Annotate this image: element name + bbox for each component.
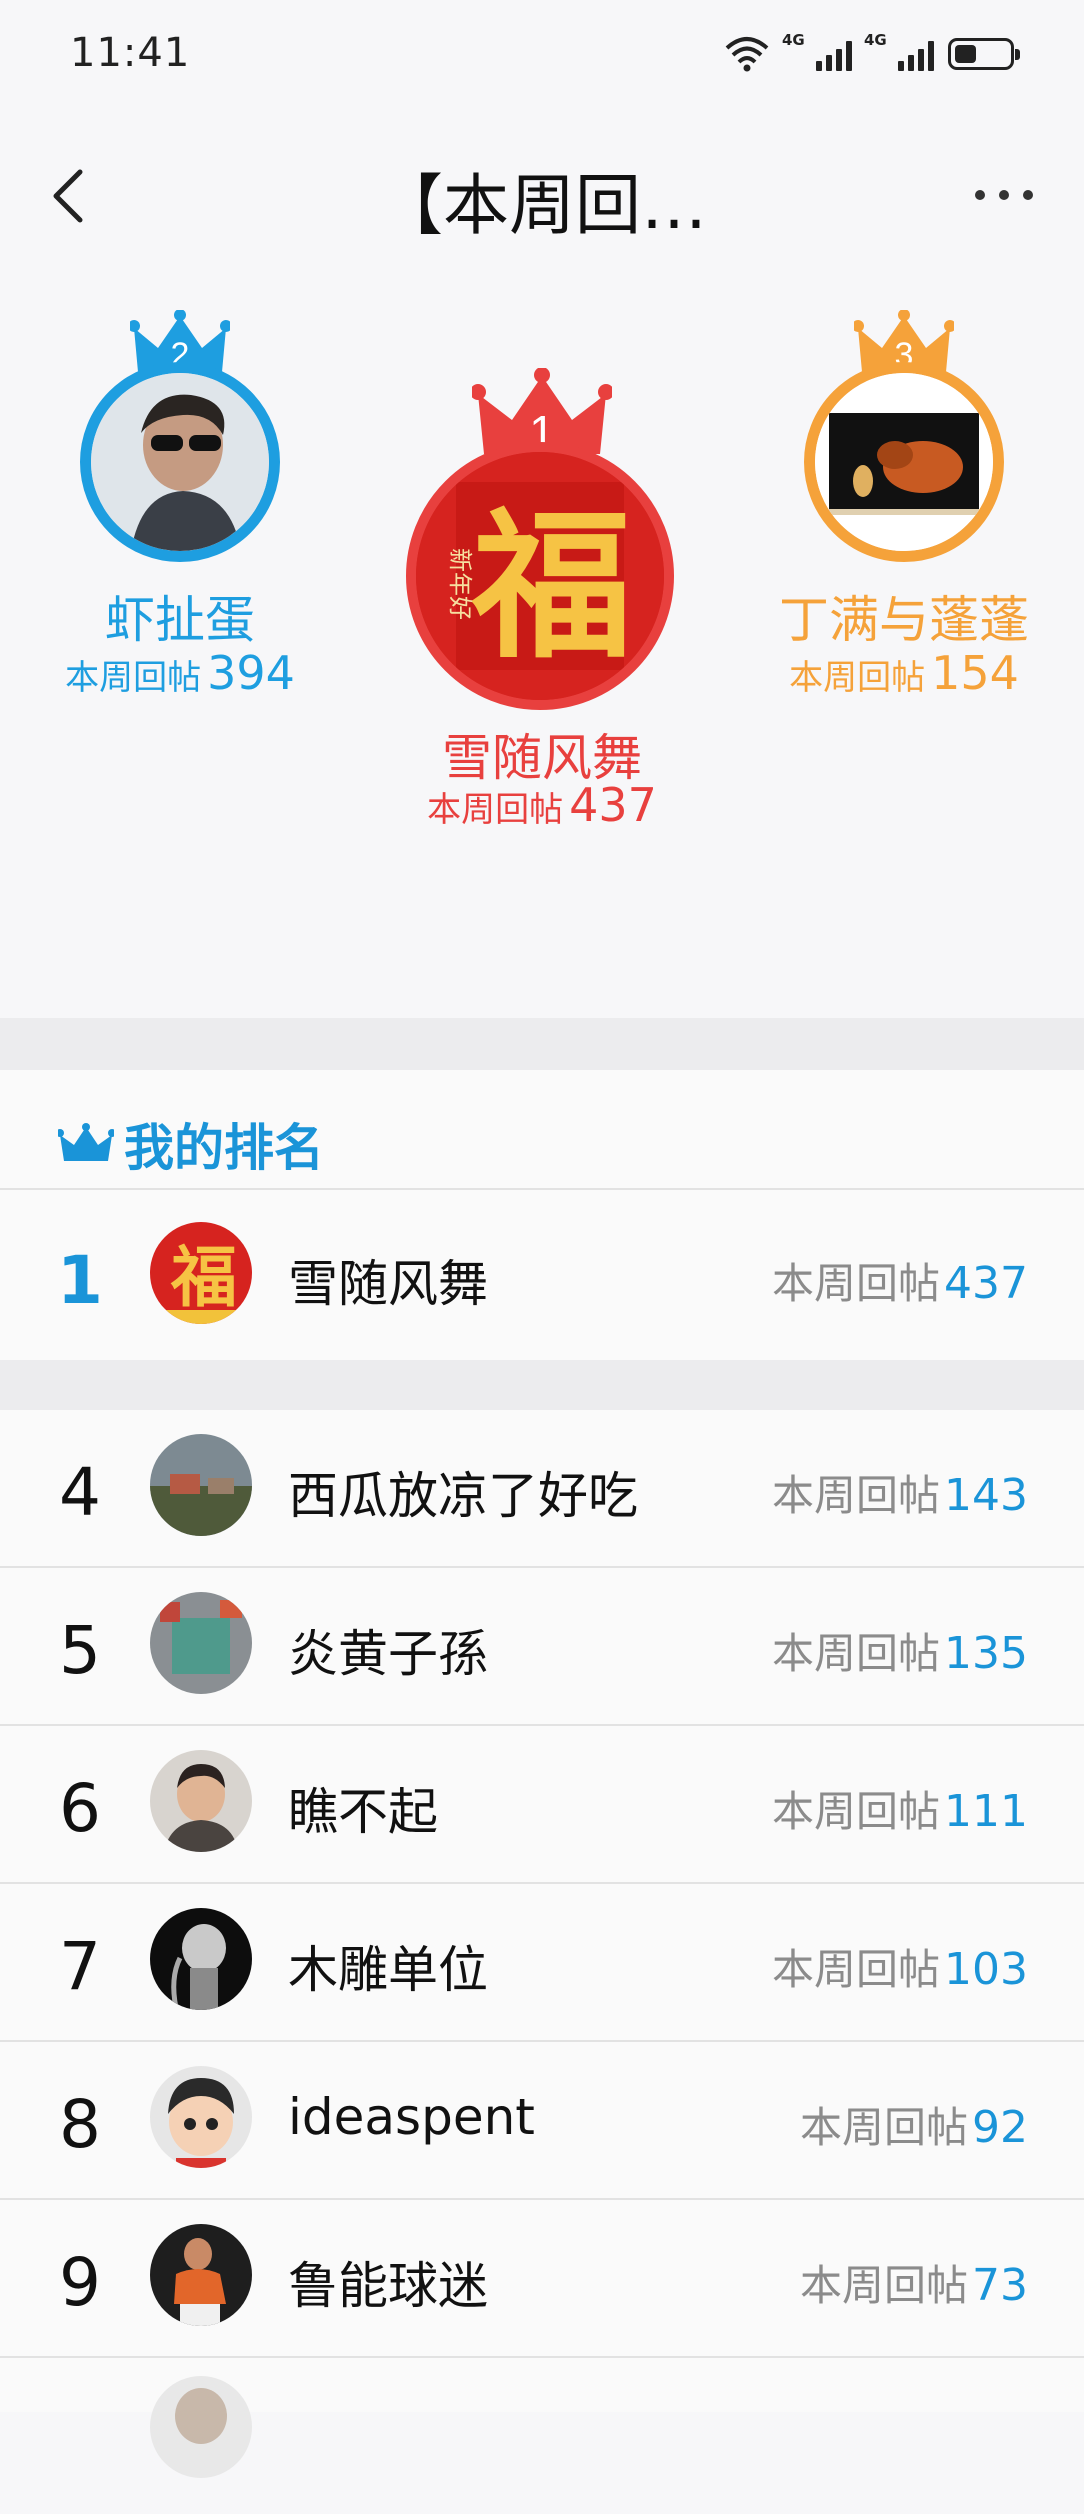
post-count: 本周回帖437 <box>772 1258 1028 1309</box>
more-dots-icon[interactable] <box>964 170 1044 220</box>
cell-signal-icon: 4G <box>782 31 852 71</box>
list-item[interactable]: 9 鲁能球迷 本周回帖73 <box>0 2200 1084 2356</box>
podium-stat: 本周回帖 394 <box>65 646 295 700</box>
podium-second[interactable]: 2 虾扯蛋 本周回帖 394 <box>20 310 340 730</box>
my-rank-panel: 我的排名 1 福 雪随风舞 本周回帖437 <box>0 1070 1084 1360</box>
crown-icon <box>58 1123 114 1161</box>
ranking-list: 4 西瓜放凉了好吃 本周回帖143 5 炎黄子孫 本周回帖135 6 瞧不起 本… <box>0 1410 1084 2478</box>
post-count: 本周回帖135 <box>772 1628 1028 1679</box>
post-count: 本周回帖111 <box>772 1786 1028 1837</box>
rank-number: 1 <box>57 1242 103 1319</box>
user-name: 木雕单位 <box>288 1941 488 1999</box>
rank-number: 9 <box>59 2244 101 2321</box>
list-item[interactable]: 8 ideaspent 本周回帖92 <box>0 2042 1084 2198</box>
user-name: 瞧不起 <box>288 1783 438 1841</box>
status-icons: 4G 4G <box>724 30 1020 78</box>
status-bar: 11:41 4G 4G <box>0 0 1084 110</box>
battery-icon <box>948 38 1020 70</box>
user-name: 炎黄子孫 <box>288 1625 488 1683</box>
cell-signal-icon: 4G <box>864 31 934 71</box>
avatar <box>150 2376 252 2478</box>
user-name: 鲁能球迷 <box>288 2257 488 2315</box>
avatar <box>150 1434 252 1536</box>
status-time: 11:41 <box>70 30 191 76</box>
podium-third[interactable]: 3 丁满与蓬蓬 本周回帖 154 <box>744 310 1064 730</box>
podium-first[interactable]: 1 福 新年好 雪随风舞 本周回帖 437 <box>382 230 702 832</box>
my-rank-row[interactable]: 1 福 雪随风舞 本周回帖437 <box>0 1198 1084 1354</box>
user-name: ideaspent <box>288 2088 535 2146</box>
list-item[interactable] <box>0 2358 1084 2514</box>
podium-stat: 本周回帖 154 <box>789 646 1019 700</box>
divider <box>0 1188 1084 1190</box>
avatar <box>150 1592 252 1694</box>
avatar <box>150 1750 252 1852</box>
rank-number: 4 <box>59 1454 101 1531</box>
section-divider <box>0 1018 1084 1070</box>
avatar <box>804 362 1004 562</box>
podium-name: 丁满与蓬蓬 <box>779 591 1029 649</box>
avatar: 福 <box>150 1222 252 1324</box>
rank-number: 7 <box>59 1928 101 2005</box>
avatar: 福 新年好 <box>406 442 674 710</box>
avatar <box>150 1908 252 2010</box>
wifi-icon <box>725 37 769 72</box>
user-name: 雪随风舞 <box>288 1255 488 1313</box>
podium-name: 虾扯蛋 <box>105 591 255 649</box>
list-item[interactable]: 7 木雕单位 本周回帖103 <box>0 1884 1084 2040</box>
podium-stat: 本周回帖 437 <box>427 778 657 832</box>
my-rank-header: 我的排名 <box>58 1108 324 1180</box>
post-count: 本周回帖73 <box>799 2260 1028 2311</box>
top-three-podium: 2 虾扯蛋 本周回帖 394 1 福 新年好 雪随风舞 本周回帖 437 3 丁… <box>0 260 1084 1020</box>
list-item[interactable]: 4 西瓜放凉了好吃 本周回帖143 <box>0 1410 1084 1566</box>
svg-text:福: 福 <box>471 492 632 680</box>
post-count: 本周回帖143 <box>772 1470 1028 1521</box>
post-count: 本周回帖103 <box>772 1944 1028 1995</box>
my-rank-title: 我的排名 <box>124 1119 324 1177</box>
list-item[interactable]: 5 炎黄子孫 本周回帖135 <box>0 1568 1084 1724</box>
avatar <box>150 2066 252 2168</box>
rank-number: 5 <box>59 1612 101 1689</box>
post-count: 本周回帖92 <box>799 2102 1028 2153</box>
rank-number: 8 <box>59 2086 101 2163</box>
user-name: 西瓜放凉了好吃 <box>288 1467 638 1525</box>
avatar <box>150 2224 252 2326</box>
rank-number: 6 <box>59 1770 101 1847</box>
avatar <box>80 362 280 562</box>
list-item[interactable]: 6 瞧不起 本周回帖111 <box>0 1726 1084 1882</box>
svg-text:福: 福 <box>170 1238 237 1316</box>
section-divider <box>0 1360 1084 1410</box>
svg-text:新年好: 新年好 <box>446 548 474 620</box>
